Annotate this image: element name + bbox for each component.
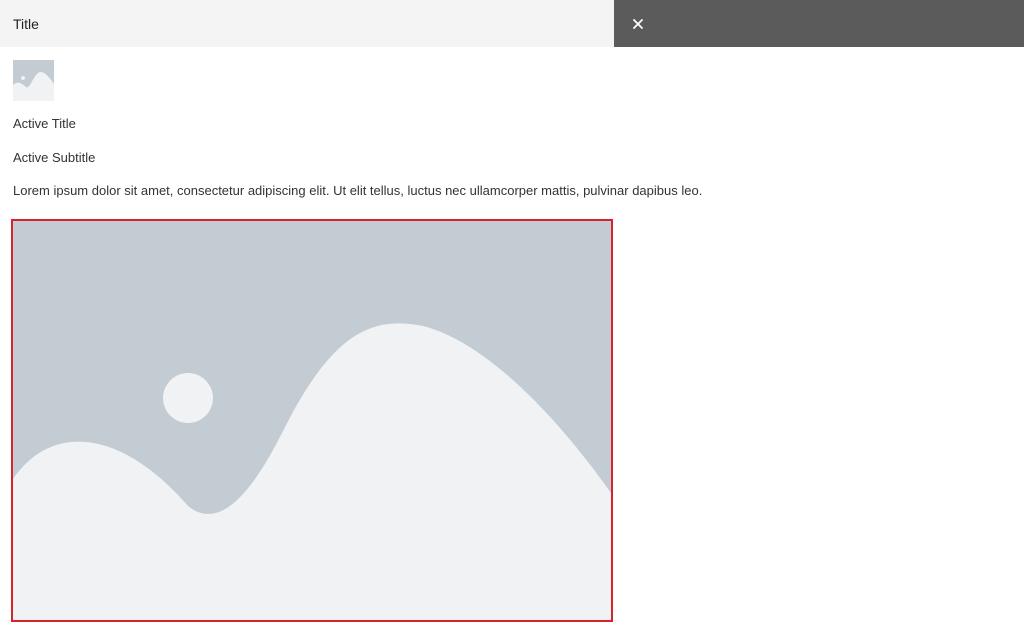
description-text: Lorem ipsum dolor sit amet, consectetur … — [13, 183, 703, 198]
image-placeholder-icon — [13, 60, 54, 101]
active-subtitle: Active Subtitle — [13, 150, 96, 165]
main-image[interactable] — [11, 219, 613, 622]
close-button[interactable] — [614, 0, 1024, 47]
header-title-bar: Title — [0, 0, 614, 47]
modal-page: Title Active Title Active Subtitle Lorem… — [0, 0, 1024, 635]
thumbnail-image[interactable] — [13, 60, 54, 101]
active-title: Active Title — [13, 116, 76, 131]
page-title: Title — [13, 15, 39, 32]
image-placeholder-icon — [13, 221, 611, 620]
modal-header: Title — [0, 0, 1024, 47]
close-icon[interactable] — [631, 17, 645, 31]
